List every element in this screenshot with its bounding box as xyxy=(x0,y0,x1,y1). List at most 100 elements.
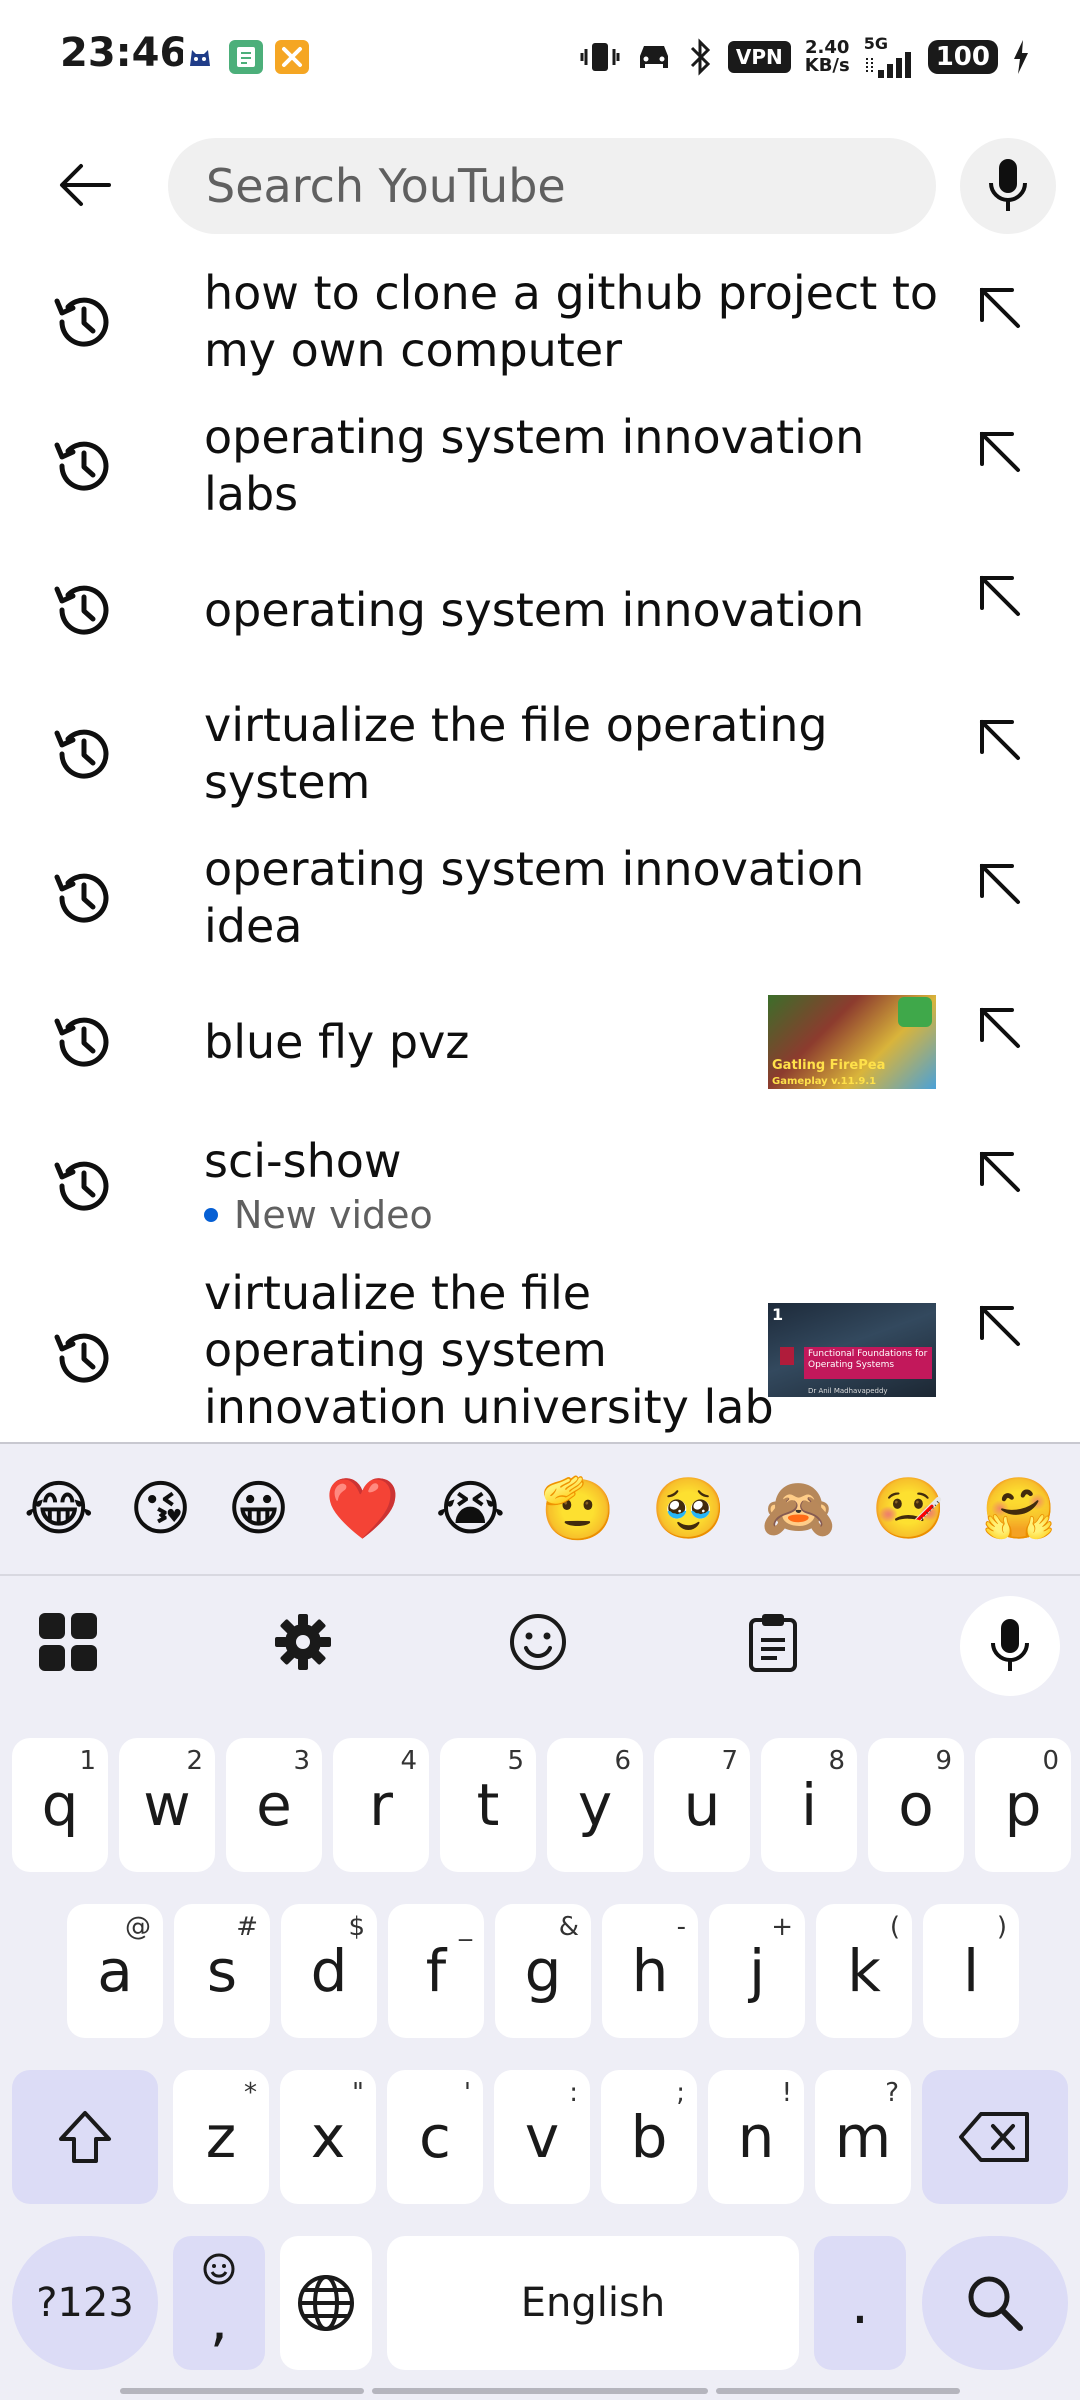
suggestion-text: operating system innovation xyxy=(204,582,864,639)
key-s[interactable]: s # xyxy=(174,1904,270,2038)
key-p[interactable]: p0 xyxy=(975,1738,1071,1872)
emoji-suggestion[interactable]: ❤️ xyxy=(325,1479,400,1539)
symbols-key[interactable]: ?123 xyxy=(12,2236,158,2370)
key-v[interactable]: v: xyxy=(494,2070,590,2204)
keyboard-settings-button[interactable] xyxy=(253,1592,353,1692)
key-k[interactable]: k( xyxy=(816,1904,912,2038)
key-y[interactable]: y6 xyxy=(547,1738,643,1872)
emoji-suggestion[interactable]: 🥹 xyxy=(651,1479,726,1539)
keyboard-voice-button[interactable] xyxy=(960,1596,1060,1696)
period-key[interactable]: . xyxy=(814,2236,906,2370)
key-hint: 7 xyxy=(721,1746,738,1776)
space-key[interactable]: English xyxy=(387,2236,799,2370)
fill-query-arrow-icon[interactable] xyxy=(966,994,1032,1060)
suggestion-item[interactable]: virtualize the file operating system innov… xyxy=(0,1258,1080,1442)
clipboard-button[interactable] xyxy=(723,1592,823,1692)
key-w[interactable]: w2 xyxy=(119,1738,215,1872)
back-button[interactable] xyxy=(40,140,130,230)
key-l[interactable]: l) xyxy=(923,1904,1019,2038)
history-icon xyxy=(48,718,120,790)
status-time: 23:46 xyxy=(60,30,188,76)
gear-icon xyxy=(275,1614,331,1670)
key-label: m xyxy=(834,2103,892,2171)
key-q[interactable]: q1 xyxy=(12,1738,108,1872)
key-j[interactable]: j + xyxy=(709,1904,805,2038)
suggestion-item[interactable]: operating system innovation labs xyxy=(0,394,1080,538)
apps-grid-button[interactable] xyxy=(18,1592,118,1692)
status-icons: VPN 2.40 KB/s 5G 100 xyxy=(580,32,1030,82)
fill-query-arrow-icon[interactable] xyxy=(966,562,1032,628)
shift-key[interactable] xyxy=(12,2070,158,2204)
suggestion-line1: operating system innovation xyxy=(204,410,865,464)
comma-key[interactable]: , xyxy=(173,2236,265,2370)
navigation-handle[interactable] xyxy=(716,2388,960,2394)
key-a[interactable]: a @ xyxy=(67,1904,163,2038)
key-c[interactable]: c ' xyxy=(387,2070,483,2204)
fill-query-arrow-icon[interactable] xyxy=(966,1138,1032,1204)
emoji-suggestion[interactable]: 😀 xyxy=(227,1479,290,1539)
key-o[interactable]: o9 xyxy=(868,1738,964,1872)
speed-unit: KB/s xyxy=(804,55,850,76)
fill-query-arrow-icon[interactable] xyxy=(966,1292,1032,1358)
video-thumbnail[interactable]: Gatling FirePea Gameplay v.11.9.1 xyxy=(768,995,936,1089)
suggestion-item[interactable]: sci-show New video xyxy=(0,1114,1080,1258)
key-b[interactable]: b; xyxy=(601,2070,697,2204)
key-hint: ; xyxy=(676,2078,685,2108)
fill-query-arrow-icon[interactable] xyxy=(966,706,1032,772)
key-x[interactable]: x " xyxy=(280,2070,376,2204)
search-input[interactable] xyxy=(206,159,936,213)
emoji-suggestion[interactable]: 😭 xyxy=(435,1479,505,1539)
key-r[interactable]: r4 xyxy=(333,1738,429,1872)
suggestion-line1: virtualize the file xyxy=(204,1266,592,1320)
emoji-suggestion[interactable]: 😘 xyxy=(129,1479,192,1539)
key-i[interactable]: i8 xyxy=(761,1738,857,1872)
language-key[interactable] xyxy=(280,2236,372,2370)
key-f[interactable]: f _ xyxy=(388,1904,484,2038)
key-g[interactable]: g & xyxy=(495,1904,591,2038)
key-t[interactable]: t5 xyxy=(440,1738,536,1872)
key-label: e xyxy=(256,1771,292,1839)
key-z[interactable]: z * xyxy=(173,2070,269,2204)
fill-query-arrow-icon[interactable] xyxy=(966,274,1032,340)
emoji-suggestion-row: 😂 😘 😀 ❤️ 😭 🫡 🥹 🙈 🤒 🤗 xyxy=(0,1444,1080,1576)
emoji-suggestion[interactable]: 😂 xyxy=(24,1479,94,1539)
navigation-handle[interactable] xyxy=(120,2388,364,2394)
emoji-suggestion[interactable]: 🤗 xyxy=(981,1479,1056,1539)
emoji-keyboard-button[interactable] xyxy=(488,1592,588,1692)
key-hint: _ xyxy=(459,1912,472,1942)
search-action-key[interactable] xyxy=(922,2236,1068,2370)
suggestion-item[interactable]: operating system innovation idea xyxy=(0,826,1080,970)
key-n[interactable]: n! xyxy=(708,2070,804,2204)
suggestion-line2: system xyxy=(204,755,371,809)
key-label: a xyxy=(97,1937,133,2005)
key-d[interactable]: d $ xyxy=(281,1904,377,2038)
emoji-suggestion[interactable]: 🫡 xyxy=(541,1479,616,1539)
key-hint: * xyxy=(244,2078,257,2108)
voice-search-button[interactable] xyxy=(960,138,1056,234)
key-hint: 6 xyxy=(614,1746,631,1776)
emoji-suggestion[interactable]: 🙈 xyxy=(761,1479,836,1539)
key-label: c xyxy=(419,2103,451,2171)
fill-query-arrow-icon[interactable] xyxy=(966,418,1032,484)
history-icon xyxy=(48,1322,120,1394)
suggestion-item[interactable]: blue fly pvz Gatling FirePea Gameplay v.11… xyxy=(0,970,1080,1114)
vpn-badge: VPN xyxy=(727,41,791,73)
navigation-handle[interactable] xyxy=(372,2388,708,2394)
suggestion-item[interactable]: how to clone a github project to my own c… xyxy=(0,250,1080,394)
thumbnail-subtitle: Dr Anil Madhavapeddy xyxy=(808,1387,888,1395)
key-e[interactable]: e3 xyxy=(226,1738,322,1872)
suggestion-item[interactable]: operating system innovation xyxy=(0,538,1080,682)
video-thumbnail[interactable]: 1 Functional Foundations for Operating Sy… xyxy=(768,1303,936,1397)
fill-query-arrow-icon[interactable] xyxy=(966,850,1032,916)
key-hint: 3 xyxy=(293,1746,310,1776)
key-u[interactable]: u7 xyxy=(654,1738,750,1872)
emoji-suggestion[interactable]: 🤒 xyxy=(871,1479,946,1539)
suggestion-text: blue fly pvz xyxy=(204,1014,469,1071)
backspace-key[interactable] xyxy=(922,2070,1068,2204)
key-h[interactable]: h- xyxy=(602,1904,698,2038)
key-label: k xyxy=(847,1937,881,2005)
search-box[interactable] xyxy=(168,138,936,234)
charging-icon xyxy=(1012,40,1030,74)
key-m[interactable]: m? xyxy=(815,2070,911,2204)
suggestion-item[interactable]: virtualize the file operating system xyxy=(0,682,1080,826)
